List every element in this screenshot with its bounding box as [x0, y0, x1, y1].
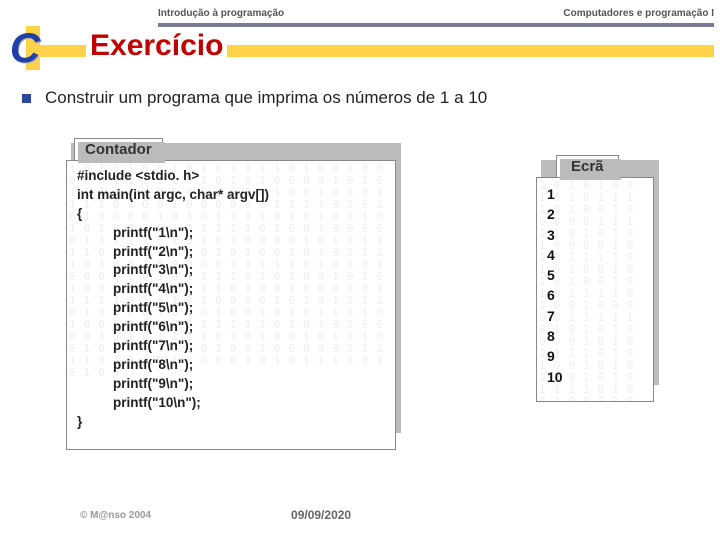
code-line: printf("9\n"); — [113, 375, 385, 394]
screen-line: 7 — [547, 306, 643, 326]
code-line: } — [77, 413, 385, 432]
code-line: printf("6\n"); — [113, 318, 385, 337]
code-line: printf("2\n"); — [113, 243, 385, 262]
slide-header: Introdução à programação Computadores e … — [158, 8, 714, 22]
code-title-box: Contador — [74, 138, 163, 161]
header-right: Computadores e programação I — [563, 8, 714, 22]
code-line: printf("3\n"); — [113, 261, 385, 280]
code-line: { — [77, 205, 385, 224]
code-content: #include <stdio. h>int main(int argc, ch… — [67, 161, 395, 437]
code-box: 1010100101011110100100000111110101010000… — [66, 160, 396, 450]
footer-copyright: © M@nso 2004 — [80, 510, 151, 521]
code-block: Contador 1010100101011110100100000111110… — [66, 138, 396, 450]
screen-line: 9 — [547, 346, 643, 366]
screen-content: 12345678910 — [537, 178, 653, 393]
logo-area: C — [0, 0, 50, 70]
code-line: int main(int argc, char* argv[]) — [77, 186, 385, 205]
bullet-row: Construir um programa que imprima os núm… — [22, 88, 710, 108]
header-left: Introdução à programação — [158, 8, 284, 22]
code-title: Contador — [85, 141, 152, 158]
screen-line: 6 — [547, 285, 643, 305]
code-line: printf("10\n"); — [113, 394, 385, 413]
screen-line: 4 — [547, 245, 643, 265]
code-line: printf("1\n"); — [113, 224, 385, 243]
bullet-text: Construir um programa que imprima os núm… — [45, 88, 487, 108]
screen-line: 5 — [547, 265, 643, 285]
screen-line: 1 — [547, 184, 643, 204]
code-line: printf("7\n"); — [113, 337, 385, 356]
slide-footer: © M@nso 2004 09/09/2020 — [80, 508, 690, 522]
screen-title: Ecrã — [571, 158, 604, 175]
header-underline — [158, 23, 714, 27]
screen-line: 3 — [547, 225, 643, 245]
code-line: printf("5\n"); — [113, 299, 385, 318]
screen-line: 10 — [547, 367, 643, 387]
square-bullet-icon — [22, 94, 31, 103]
code-line: printf("8\n"); — [113, 356, 385, 375]
logo-letter: C — [10, 24, 40, 72]
screen-line: 2 — [547, 204, 643, 224]
footer-date: 09/09/2020 — [291, 508, 351, 522]
screen-title-box: Ecrã — [556, 155, 619, 178]
screen-output-block: Ecrã 10101001010111101001000001111101010… — [536, 155, 666, 402]
code-line: printf("4\n"); — [113, 280, 385, 299]
screen-box: 1010100101011110100100000111110101010000… — [536, 177, 654, 402]
code-line: #include <stdio. h> — [77, 167, 385, 186]
slide-title: Exercício — [86, 29, 227, 63]
screen-line: 8 — [547, 326, 643, 346]
